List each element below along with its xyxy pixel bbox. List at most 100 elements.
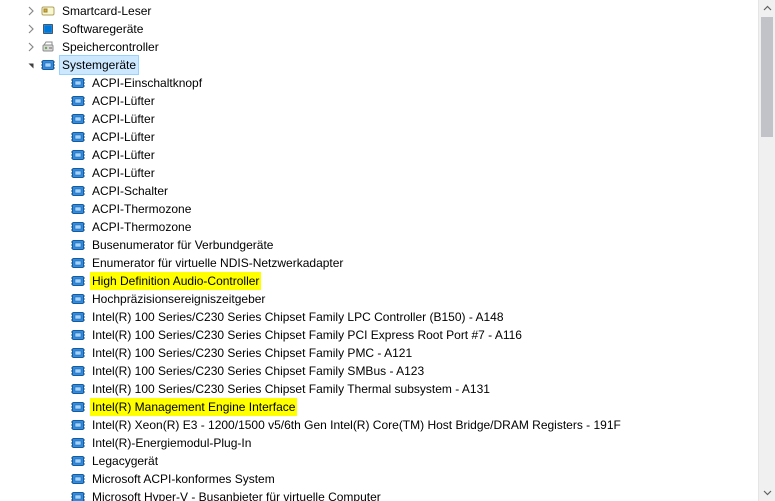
chevron-right-icon	[26, 6, 36, 16]
tree-item[interactable]: Microsoft ACPI-konformes System	[4, 470, 758, 488]
expand-toggle	[54, 472, 68, 486]
collapse-toggle[interactable]	[24, 58, 38, 72]
system-icon	[70, 273, 86, 289]
chevron-right-icon	[26, 42, 36, 52]
tree-item[interactable]: Intel(R) 100 Series/C230 Series Chipset …	[4, 362, 758, 380]
tree-item[interactable]: Intel(R)-Energiemodul-Plug-In	[4, 434, 758, 452]
tree-item[interactable]: Intel(R) 100 Series/C230 Series Chipset …	[4, 380, 758, 398]
scrollbar-button-down[interactable]	[759, 484, 775, 501]
tree-item[interactable]: Enumerator für virtuelle NDIS-Netzwerkad…	[4, 254, 758, 272]
tree-item[interactable]: Systemgeräte	[4, 56, 758, 74]
tree-item[interactable]: Intel(R) 100 Series/C230 Series Chipset …	[4, 344, 758, 362]
system-icon	[70, 165, 86, 181]
expand-toggle	[54, 436, 68, 450]
tree-item-label: ACPI-Lüfter	[90, 110, 157, 128]
tree-item-label: Smartcard-Leser	[60, 2, 153, 20]
expand-toggle	[54, 292, 68, 306]
expand-toggle	[54, 418, 68, 432]
tree-item[interactable]: Intel(R) 100 Series/C230 Series Chipset …	[4, 308, 758, 326]
expand-toggle	[54, 130, 68, 144]
tree-item[interactable]: ACPI-Thermozone	[4, 200, 758, 218]
expand-toggle	[54, 310, 68, 324]
tree-item[interactable]: Legacygerät	[4, 452, 758, 470]
system-icon	[70, 489, 86, 501]
tree-item-label: Intel(R) 100 Series/C230 Series Chipset …	[90, 362, 426, 380]
tree-item[interactable]: ACPI-Thermozone	[4, 218, 758, 236]
tree-item[interactable]: Intel(R) Xeon(R) E3 - 1200/1500 v5/6th G…	[4, 416, 758, 434]
tree-item[interactable]: ACPI-Lüfter	[4, 92, 758, 110]
tree-item-label: ACPI-Lüfter	[90, 146, 157, 164]
tree-item-label: Microsoft ACPI-konformes System	[90, 470, 277, 488]
tree-item-label: Microsoft Hyper-V - Busanbieter für virt…	[90, 488, 383, 501]
expand-toggle	[54, 148, 68, 162]
tree-item[interactable]: Microsoft Hyper-V - Busanbieter für virt…	[4, 488, 758, 501]
system-icon	[40, 57, 56, 73]
system-icon	[70, 327, 86, 343]
expand-toggle	[54, 112, 68, 126]
expand-toggle	[54, 256, 68, 270]
expand-toggle[interactable]	[24, 22, 38, 36]
tree-item-label: Systemgeräte	[60, 56, 138, 74]
system-icon	[70, 129, 86, 145]
expand-toggle	[54, 400, 68, 414]
system-icon	[70, 453, 86, 469]
device-tree[interactable]: Smartcard-LeserSoftwaregeräteSpeichercon…	[0, 0, 758, 501]
tree-item-label: ACPI-Lüfter	[90, 164, 157, 182]
system-icon	[70, 147, 86, 163]
tree-item-label: Intel(R) 100 Series/C230 Series Chipset …	[90, 326, 524, 344]
tree-item[interactable]: Hochpräzisionsereigniszeitgeber	[4, 290, 758, 308]
system-icon	[70, 309, 86, 325]
tree-item-label: Enumerator für virtuelle NDIS-Netzwerkad…	[90, 254, 345, 272]
system-icon	[70, 291, 86, 307]
tree-item[interactable]: Intel(R) Management Engine Interface	[4, 398, 758, 416]
chevron-down-icon	[763, 488, 772, 497]
tree-item-label: Intel(R) 100 Series/C230 Series Chipset …	[90, 344, 414, 362]
expand-toggle	[54, 94, 68, 108]
vertical-scrollbar[interactable]	[758, 0, 775, 501]
expand-toggle	[54, 202, 68, 216]
system-icon	[70, 93, 86, 109]
system-icon	[70, 381, 86, 397]
expand-toggle	[54, 220, 68, 234]
system-icon	[70, 363, 86, 379]
tree-item[interactable]: Speichercontroller	[4, 38, 758, 56]
expand-toggle	[54, 382, 68, 396]
chevron-up-icon	[763, 4, 772, 13]
expand-toggle[interactable]	[24, 40, 38, 54]
tree-item-label: Intel(R) Xeon(R) E3 - 1200/1500 v5/6th G…	[90, 416, 623, 434]
tree-item-label: Softwaregeräte	[60, 20, 145, 38]
system-icon	[70, 417, 86, 433]
tree-item[interactable]: ACPI-Einschaltknopf	[4, 74, 758, 92]
system-icon	[70, 111, 86, 127]
tree-item-label: Intel(R) 100 Series/C230 Series Chipset …	[90, 308, 506, 326]
storage-icon	[40, 39, 56, 55]
tree-item[interactable]: Softwaregeräte	[4, 20, 758, 38]
scrollbar-track[interactable]	[759, 17, 775, 484]
expand-toggle	[54, 346, 68, 360]
system-icon	[70, 219, 86, 235]
tree-item-label: Busenumerator für Verbundgeräte	[90, 236, 275, 254]
expand-toggle	[54, 328, 68, 342]
tree-item[interactable]: Busenumerator für Verbundgeräte	[4, 236, 758, 254]
system-icon	[70, 471, 86, 487]
tree-item[interactable]: ACPI-Lüfter	[4, 164, 758, 182]
tree-item[interactable]: ACPI-Lüfter	[4, 128, 758, 146]
expand-toggle	[54, 166, 68, 180]
tree-item[interactable]: ACPI-Lüfter	[4, 146, 758, 164]
chevron-right-icon	[26, 24, 36, 34]
tree-item-label: ACPI-Thermozone	[90, 200, 193, 218]
tree-item[interactable]: High Definition Audio-Controller	[4, 272, 758, 290]
tree-item-label: ACPI-Einschaltknopf	[90, 74, 204, 92]
tree-item[interactable]: ACPI-Schalter	[4, 182, 758, 200]
tree-item-label: ACPI-Lüfter	[90, 92, 157, 110]
software-icon	[40, 21, 56, 37]
system-icon	[70, 435, 86, 451]
tree-item[interactable]: Intel(R) 100 Series/C230 Series Chipset …	[4, 326, 758, 344]
tree-item-label: Intel(R) Management Engine Interface	[90, 398, 297, 416]
scrollbar-button-up[interactable]	[759, 0, 775, 17]
chevron-down-open-icon	[26, 60, 36, 70]
scrollbar-thumb[interactable]	[761, 17, 773, 137]
expand-toggle[interactable]	[24, 4, 38, 18]
tree-item[interactable]: Smartcard-Leser	[4, 2, 758, 20]
tree-item[interactable]: ACPI-Lüfter	[4, 110, 758, 128]
